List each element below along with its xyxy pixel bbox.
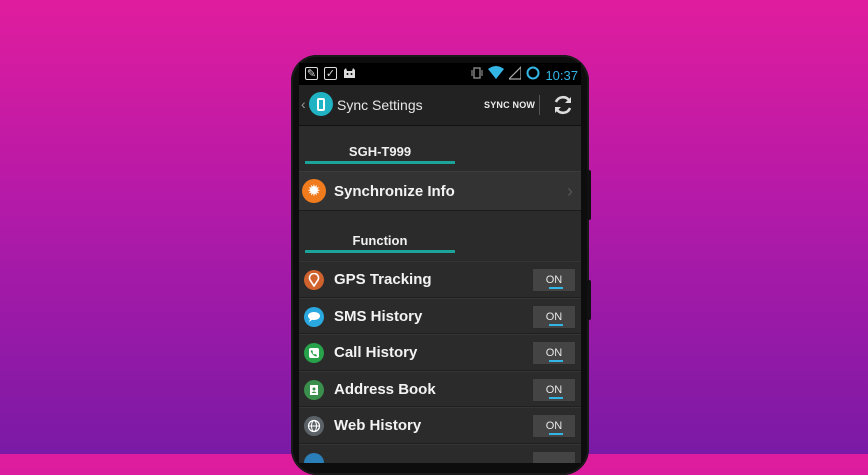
list-item-label: SMS History xyxy=(334,307,423,325)
device-section: SGH-T999 xyxy=(299,126,581,171)
address-book-toggle[interactable]: ON xyxy=(532,377,576,402)
sms-history-toggle[interactable]: ON xyxy=(532,304,576,329)
page-title: Sync Settings xyxy=(337,97,423,113)
bag-icon: ✓ xyxy=(324,67,337,80)
toggle-state: ON xyxy=(545,420,563,432)
battery-icon xyxy=(526,66,540,85)
phone-icon xyxy=(304,343,324,363)
gear-icon: ✹ xyxy=(302,179,326,203)
back-icon[interactable]: ‹ xyxy=(301,96,306,112)
gps-tracking-toggle[interactable]: ON xyxy=(532,268,576,292)
toggle-state: ON xyxy=(545,347,563,359)
signal-icon xyxy=(508,65,523,85)
list-item-web-history[interactable]: Web History ON xyxy=(299,407,581,444)
partial-toggle[interactable] xyxy=(532,450,576,463)
partial-icon xyxy=(304,452,324,463)
toggle-state: ON xyxy=(545,274,563,286)
web-history-toggle[interactable]: ON xyxy=(532,414,576,438)
location-pin-icon xyxy=(304,270,324,290)
device-name: SGH-T999 xyxy=(348,144,412,159)
toggle-state: ON xyxy=(545,310,563,323)
list-item-partial[interactable] xyxy=(299,443,581,463)
list-item-label: GPS Tracking xyxy=(334,271,432,288)
function-section-title: Function xyxy=(352,233,408,248)
chevron-right-icon: › xyxy=(567,181,573,201)
cat-icon xyxy=(343,67,356,80)
wifi-icon xyxy=(488,66,505,85)
app-icon[interactable] xyxy=(309,92,333,116)
call-history-toggle[interactable]: ON xyxy=(532,341,576,365)
list-item-gps-tracking[interactable]: GPS Tracking ON xyxy=(299,261,581,298)
status-bar: ✎ ✓ 10:37 xyxy=(299,63,581,85)
chat-bubble-icon xyxy=(304,306,324,327)
list-item-sms-history[interactable]: SMS History ON xyxy=(299,297,581,334)
contact-card-icon xyxy=(304,379,324,400)
screen: ✎ ✓ 10:37 ‹ Sync Settings SYNC NOW SGH-T… xyxy=(299,63,581,463)
synchronize-info-label: Synchronize Info xyxy=(334,183,455,200)
power-button xyxy=(587,280,591,320)
notification-icon: ✎ xyxy=(305,67,318,80)
divider xyxy=(539,95,540,115)
list-item-label: Web History xyxy=(334,417,422,434)
sync-now-button[interactable]: SYNC NOW xyxy=(484,100,535,110)
globe-icon xyxy=(304,416,324,436)
list-item-call-history[interactable]: Call History ON xyxy=(299,334,581,371)
synchronize-info-row[interactable]: ✹ Synchronize Info › xyxy=(299,171,581,211)
function-section: Function xyxy=(299,211,581,261)
list-item-label: Call History xyxy=(334,344,418,361)
section-underline xyxy=(305,250,455,253)
vibrate-icon xyxy=(471,66,484,85)
clock: 10:37 xyxy=(545,68,578,83)
refresh-icon[interactable] xyxy=(551,93,575,117)
toggle-state: ON xyxy=(545,383,563,396)
list-item-label: Address Book xyxy=(334,380,436,398)
action-bar: ‹ Sync Settings SYNC NOW xyxy=(299,85,581,126)
list-item-address-book[interactable]: Address Book ON xyxy=(299,370,581,407)
volume-button xyxy=(587,170,591,220)
section-underline xyxy=(305,161,455,164)
